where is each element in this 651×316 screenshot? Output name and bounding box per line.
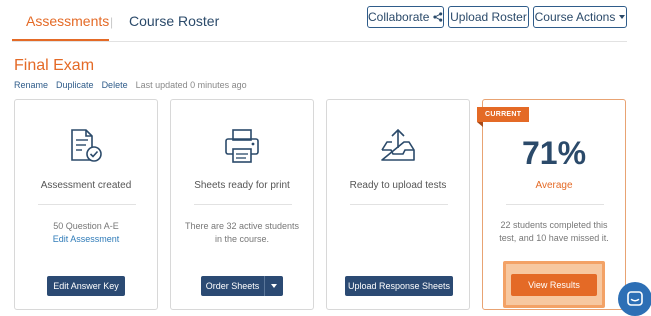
- rename-link[interactable]: Rename: [14, 80, 48, 90]
- chevron-down-icon: [271, 284, 277, 288]
- duplicate-link[interactable]: Duplicate: [56, 80, 94, 90]
- order-sheets-button[interactable]: Order Sheets: [201, 276, 264, 296]
- document-check-icon: [71, 129, 102, 162]
- tab-course-roster[interactable]: Course Roster: [129, 13, 219, 29]
- order-sheets-dropdown[interactable]: [264, 276, 283, 296]
- current-badge: CURRENT: [477, 107, 530, 122]
- sheets-ready-card: Sheets ready for print There are 32 acti…: [170, 99, 314, 310]
- delete-link[interactable]: Delete: [102, 80, 128, 90]
- upload-roster-button[interactable]: Upload Roster: [448, 6, 529, 28]
- tab-separator: |: [110, 15, 114, 29]
- course-actions-button[interactable]: Course Actions: [533, 6, 627, 28]
- collaborate-label: Collaborate: [368, 10, 430, 24]
- completion-text: 22 students completed this test, and 10 …: [499, 220, 609, 243]
- view-results-highlight: View Results: [503, 261, 605, 308]
- card-description: 50 Question A-E Edit Assessment: [15, 220, 157, 246]
- card-label: Assessment created: [40, 180, 132, 191]
- badge-fold: [477, 122, 483, 127]
- share-icon: [433, 12, 443, 22]
- chevron-down-icon: [619, 15, 626, 19]
- last-updated-text: Last updated 0 minutes ago: [135, 80, 247, 90]
- card-divider: [350, 204, 448, 205]
- course-actions-label: Course Actions: [534, 10, 616, 24]
- nav-divider: [12, 41, 627, 42]
- card-divider: [506, 204, 604, 205]
- card-label: Sheets ready for print: [194, 180, 290, 191]
- tab-assessments[interactable]: Assessments: [26, 13, 109, 29]
- upload-response-sheets-button[interactable]: Upload Response Sheets: [345, 276, 453, 296]
- active-students-text: There are 32 active students in the cour…: [184, 221, 300, 244]
- results-card: CURRENT 71% Average 22 students complete…: [477, 99, 626, 310]
- collaborate-button[interactable]: Collaborate: [367, 6, 444, 28]
- chat-launcher-button[interactable]: [618, 282, 651, 316]
- order-sheets-split-button: Order Sheets: [201, 276, 283, 296]
- average-label: Average: [535, 180, 573, 191]
- average-percent: 71%: [521, 135, 587, 171]
- chat-icon: [627, 291, 643, 306]
- page-title: Final Exam: [14, 57, 95, 74]
- upload-tests-card: Ready to upload tests Upload Response Sh…: [326, 99, 470, 310]
- card-label: Ready to upload tests: [349, 180, 447, 191]
- card-divider: [38, 204, 136, 205]
- card-divider: [194, 204, 292, 205]
- view-results-button[interactable]: View Results: [511, 273, 597, 296]
- edit-answer-key-button[interactable]: Edit Answer Key: [47, 276, 125, 296]
- exam-actions: Rename Duplicate Delete Last updated 0 m…: [14, 80, 247, 90]
- question-count-text: 50 Question A-E: [53, 221, 119, 231]
- assessment-created-card: Assessment created 50 Question A-E Edit …: [14, 99, 158, 310]
- printer-icon: [225, 129, 259, 163]
- top-navigation: Assessments | Course Roster Collaborate …: [0, 0, 651, 42]
- upload-tray-icon: [381, 128, 415, 161]
- edit-assessment-link[interactable]: Edit Assessment: [25, 233, 147, 246]
